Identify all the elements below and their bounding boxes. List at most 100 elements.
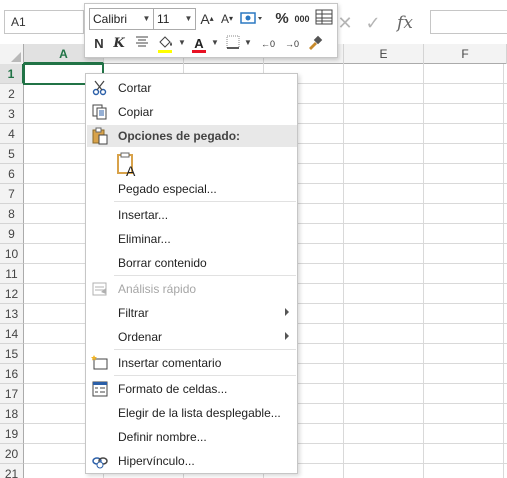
menu-item-delete[interactable]: Eliminar... bbox=[87, 228, 297, 250]
menu-item-clear-contents[interactable]: Borrar contenido bbox=[87, 252, 297, 274]
font-color-swatch bbox=[192, 50, 206, 53]
context-menu: Cortar Copiar Opciones de pegado: A Pega… bbox=[85, 73, 298, 474]
paste-option-keep-source[interactable]: A bbox=[87, 150, 297, 180]
menu-item-copy[interactable]: Copiar bbox=[87, 101, 297, 123]
menu-item-label: Definir nombre... bbox=[118, 430, 207, 444]
row-header-17[interactable]: 17 bbox=[0, 384, 24, 404]
copy-icon bbox=[91, 103, 109, 121]
row-header-4[interactable]: 4 bbox=[0, 124, 24, 144]
select-all-button[interactable] bbox=[0, 44, 24, 64]
scissors-icon bbox=[91, 79, 109, 97]
menu-item-label: Copiar bbox=[118, 105, 154, 119]
row-header-21[interactable]: 21 bbox=[0, 464, 24, 478]
increase-font-icon[interactable]: A▴ bbox=[197, 9, 217, 29]
menu-item-quick-analysis: Análisis rápido bbox=[87, 278, 297, 300]
row-header-6[interactable]: 6 bbox=[0, 164, 24, 184]
hyperlink-icon bbox=[91, 452, 109, 470]
row-header-20[interactable]: 20 bbox=[0, 444, 24, 464]
row-header-1[interactable]: 1 bbox=[0, 64, 24, 84]
column-header-e[interactable]: E bbox=[344, 44, 424, 64]
row-header-8[interactable]: 8 bbox=[0, 204, 24, 224]
menu-item-label: Borrar contenido bbox=[118, 256, 207, 270]
font-name-dropdown-icon[interactable]: ▼ bbox=[140, 8, 154, 30]
menu-item-filter[interactable]: Filtrar bbox=[87, 302, 297, 324]
menu-item-label: Ordenar bbox=[118, 330, 163, 344]
row-header-5[interactable]: 5 bbox=[0, 144, 24, 164]
font-size-dropdown-icon[interactable]: ▼ bbox=[182, 8, 196, 30]
decrease-decimal-icon[interactable]: →0 bbox=[281, 34, 303, 54]
bold-icon[interactable]: N bbox=[91, 34, 107, 54]
menu-item-label: Eliminar... bbox=[118, 232, 171, 246]
menu-item-label: Insertar comentario bbox=[118, 356, 222, 370]
menu-item-label: Análisis rápido bbox=[118, 282, 197, 296]
menu-item-insert[interactable]: Insertar... bbox=[87, 204, 297, 226]
fill-color-icon[interactable] bbox=[155, 34, 175, 54]
menu-item-label: Formato de celdas... bbox=[118, 382, 228, 396]
enter-icon[interactable]: ✓ bbox=[362, 12, 384, 34]
menu-item-cut[interactable]: Cortar bbox=[87, 77, 297, 99]
format-painter-icon[interactable] bbox=[305, 34, 325, 54]
decrease-font-icon[interactable]: A▾ bbox=[217, 9, 237, 29]
menu-separator bbox=[114, 275, 296, 276]
new-comment-icon bbox=[91, 354, 109, 372]
row-header-11[interactable]: 11 bbox=[0, 264, 24, 284]
borders-dropdown-icon[interactable]: ▼ bbox=[241, 34, 255, 52]
row-header-16[interactable]: 16 bbox=[0, 364, 24, 384]
svg-text:A: A bbox=[126, 163, 136, 178]
menu-item-label: Insertar... bbox=[118, 208, 169, 222]
borders-icon[interactable] bbox=[224, 34, 242, 54]
format-cells-icon bbox=[91, 380, 109, 398]
menu-item-insert-comment[interactable]: Insertar comentario bbox=[87, 352, 297, 374]
row-header-18[interactable]: 18 bbox=[0, 404, 24, 424]
align-center-icon[interactable] bbox=[133, 34, 151, 54]
font-color-icon[interactable]: A bbox=[189, 34, 209, 54]
mini-toolbar: Calibri ▼ 11 ▼ A▴ A▾ % 000 N K ▼ A ▼ ▼ ←… bbox=[84, 3, 338, 58]
formula-input[interactable] bbox=[430, 10, 507, 34]
italic-icon[interactable]: K bbox=[111, 34, 127, 54]
paste-keep-formatting-icon: A bbox=[117, 152, 141, 179]
menu-item-label: Elegir de la lista desplegable... bbox=[118, 406, 281, 420]
paste-options-label: Opciones de pegado: bbox=[118, 129, 241, 143]
menu-item-label: Pegado especial... bbox=[118, 182, 217, 196]
paste-options-header: Opciones de pegado: bbox=[87, 125, 297, 147]
row-header-10[interactable]: 10 bbox=[0, 244, 24, 264]
accounting-format-icon[interactable] bbox=[238, 8, 264, 28]
increase-decimal-icon[interactable]: ←0 bbox=[257, 34, 279, 54]
format-table-icon[interactable] bbox=[314, 8, 334, 28]
fill-color-swatch bbox=[158, 50, 172, 53]
menu-item-label: Filtrar bbox=[118, 306, 149, 320]
submenu-arrow-icon bbox=[285, 308, 289, 316]
row-header-14[interactable]: 14 bbox=[0, 324, 24, 344]
menu-item-label: Hipervínculo... bbox=[118, 454, 195, 468]
row-header-7[interactable]: 7 bbox=[0, 184, 24, 204]
thousands-icon[interactable]: 000 bbox=[292, 9, 312, 29]
menu-item-hyperlink[interactable]: Hipervínculo... bbox=[87, 450, 297, 472]
menu-separator bbox=[114, 201, 296, 202]
menu-item-sort[interactable]: Ordenar bbox=[87, 326, 297, 348]
menu-item-define-name[interactable]: Definir nombre... bbox=[87, 426, 297, 448]
menu-separator bbox=[114, 375, 296, 376]
fill-color-dropdown-icon[interactable]: ▼ bbox=[175, 34, 189, 52]
row-header-3[interactable]: 3 bbox=[0, 104, 24, 124]
menu-item-label: Cortar bbox=[118, 81, 152, 95]
formula-buttons: ✕ ✓ fx bbox=[330, 10, 430, 34]
font-color-dropdown-icon[interactable]: ▼ bbox=[208, 34, 222, 52]
row-header-12[interactable]: 12 bbox=[0, 284, 24, 304]
paste-icon bbox=[91, 127, 109, 148]
font-size-box[interactable]: 11 bbox=[153, 8, 183, 30]
menu-item-pick-from-list[interactable]: Elegir de la lista desplegable... bbox=[87, 402, 297, 424]
name-box[interactable]: A1 bbox=[4, 10, 84, 34]
menu-item-format-cells[interactable]: Formato de celdas... bbox=[87, 378, 297, 400]
row-header-9[interactable]: 9 bbox=[0, 224, 24, 244]
percent-icon[interactable]: % bbox=[273, 9, 291, 29]
row-header-2[interactable]: 2 bbox=[0, 84, 24, 104]
column-header-f[interactable]: F bbox=[424, 44, 507, 64]
row-header-13[interactable]: 13 bbox=[0, 304, 24, 324]
row-header-15[interactable]: 15 bbox=[0, 344, 24, 364]
row-header-19[interactable]: 19 bbox=[0, 424, 24, 444]
menu-separator bbox=[114, 349, 296, 350]
quick-analysis-icon bbox=[91, 280, 109, 298]
menu-item-paste-special[interactable]: Pegado especial... bbox=[87, 178, 297, 200]
submenu-arrow-icon bbox=[285, 332, 289, 340]
insert-function-icon[interactable]: fx bbox=[394, 12, 416, 34]
